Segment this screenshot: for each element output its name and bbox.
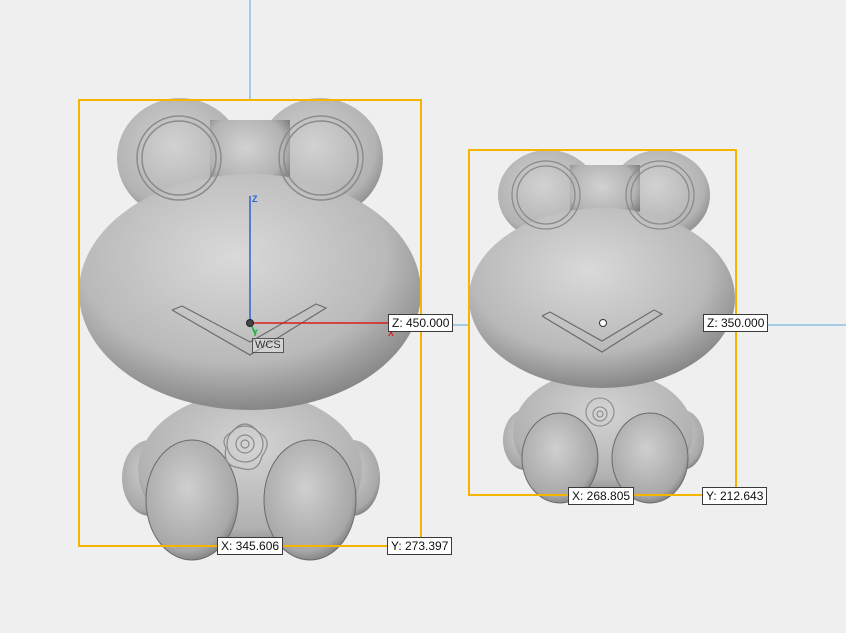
wcs-label: WCS <box>252 338 284 353</box>
frog-small-y-dimension[interactable]: Y: 212.643 <box>702 487 768 505</box>
y-axis-letter: Y <box>252 328 259 338</box>
z-axis-letter: Z <box>252 194 258 204</box>
frog-small-model[interactable] <box>469 150 735 504</box>
frog-small-x-dimension[interactable]: X: 268.805 <box>568 487 635 505</box>
frog-large-y-dimension[interactable]: Y: 273.397 <box>387 537 453 555</box>
frog-large-model[interactable] <box>79 98 421 561</box>
frog-large-x-dimension[interactable]: X: 345.606 <box>217 537 284 555</box>
3d-viewport[interactable]: Z X Y WCS Z: 450.000 X: 345.606 Y: 273.3… <box>0 0 846 633</box>
frog-large-z-dimension[interactable]: Z: 450.000 <box>388 314 454 332</box>
frog-small-z-dimension[interactable]: Z: 350.000 <box>703 314 769 332</box>
